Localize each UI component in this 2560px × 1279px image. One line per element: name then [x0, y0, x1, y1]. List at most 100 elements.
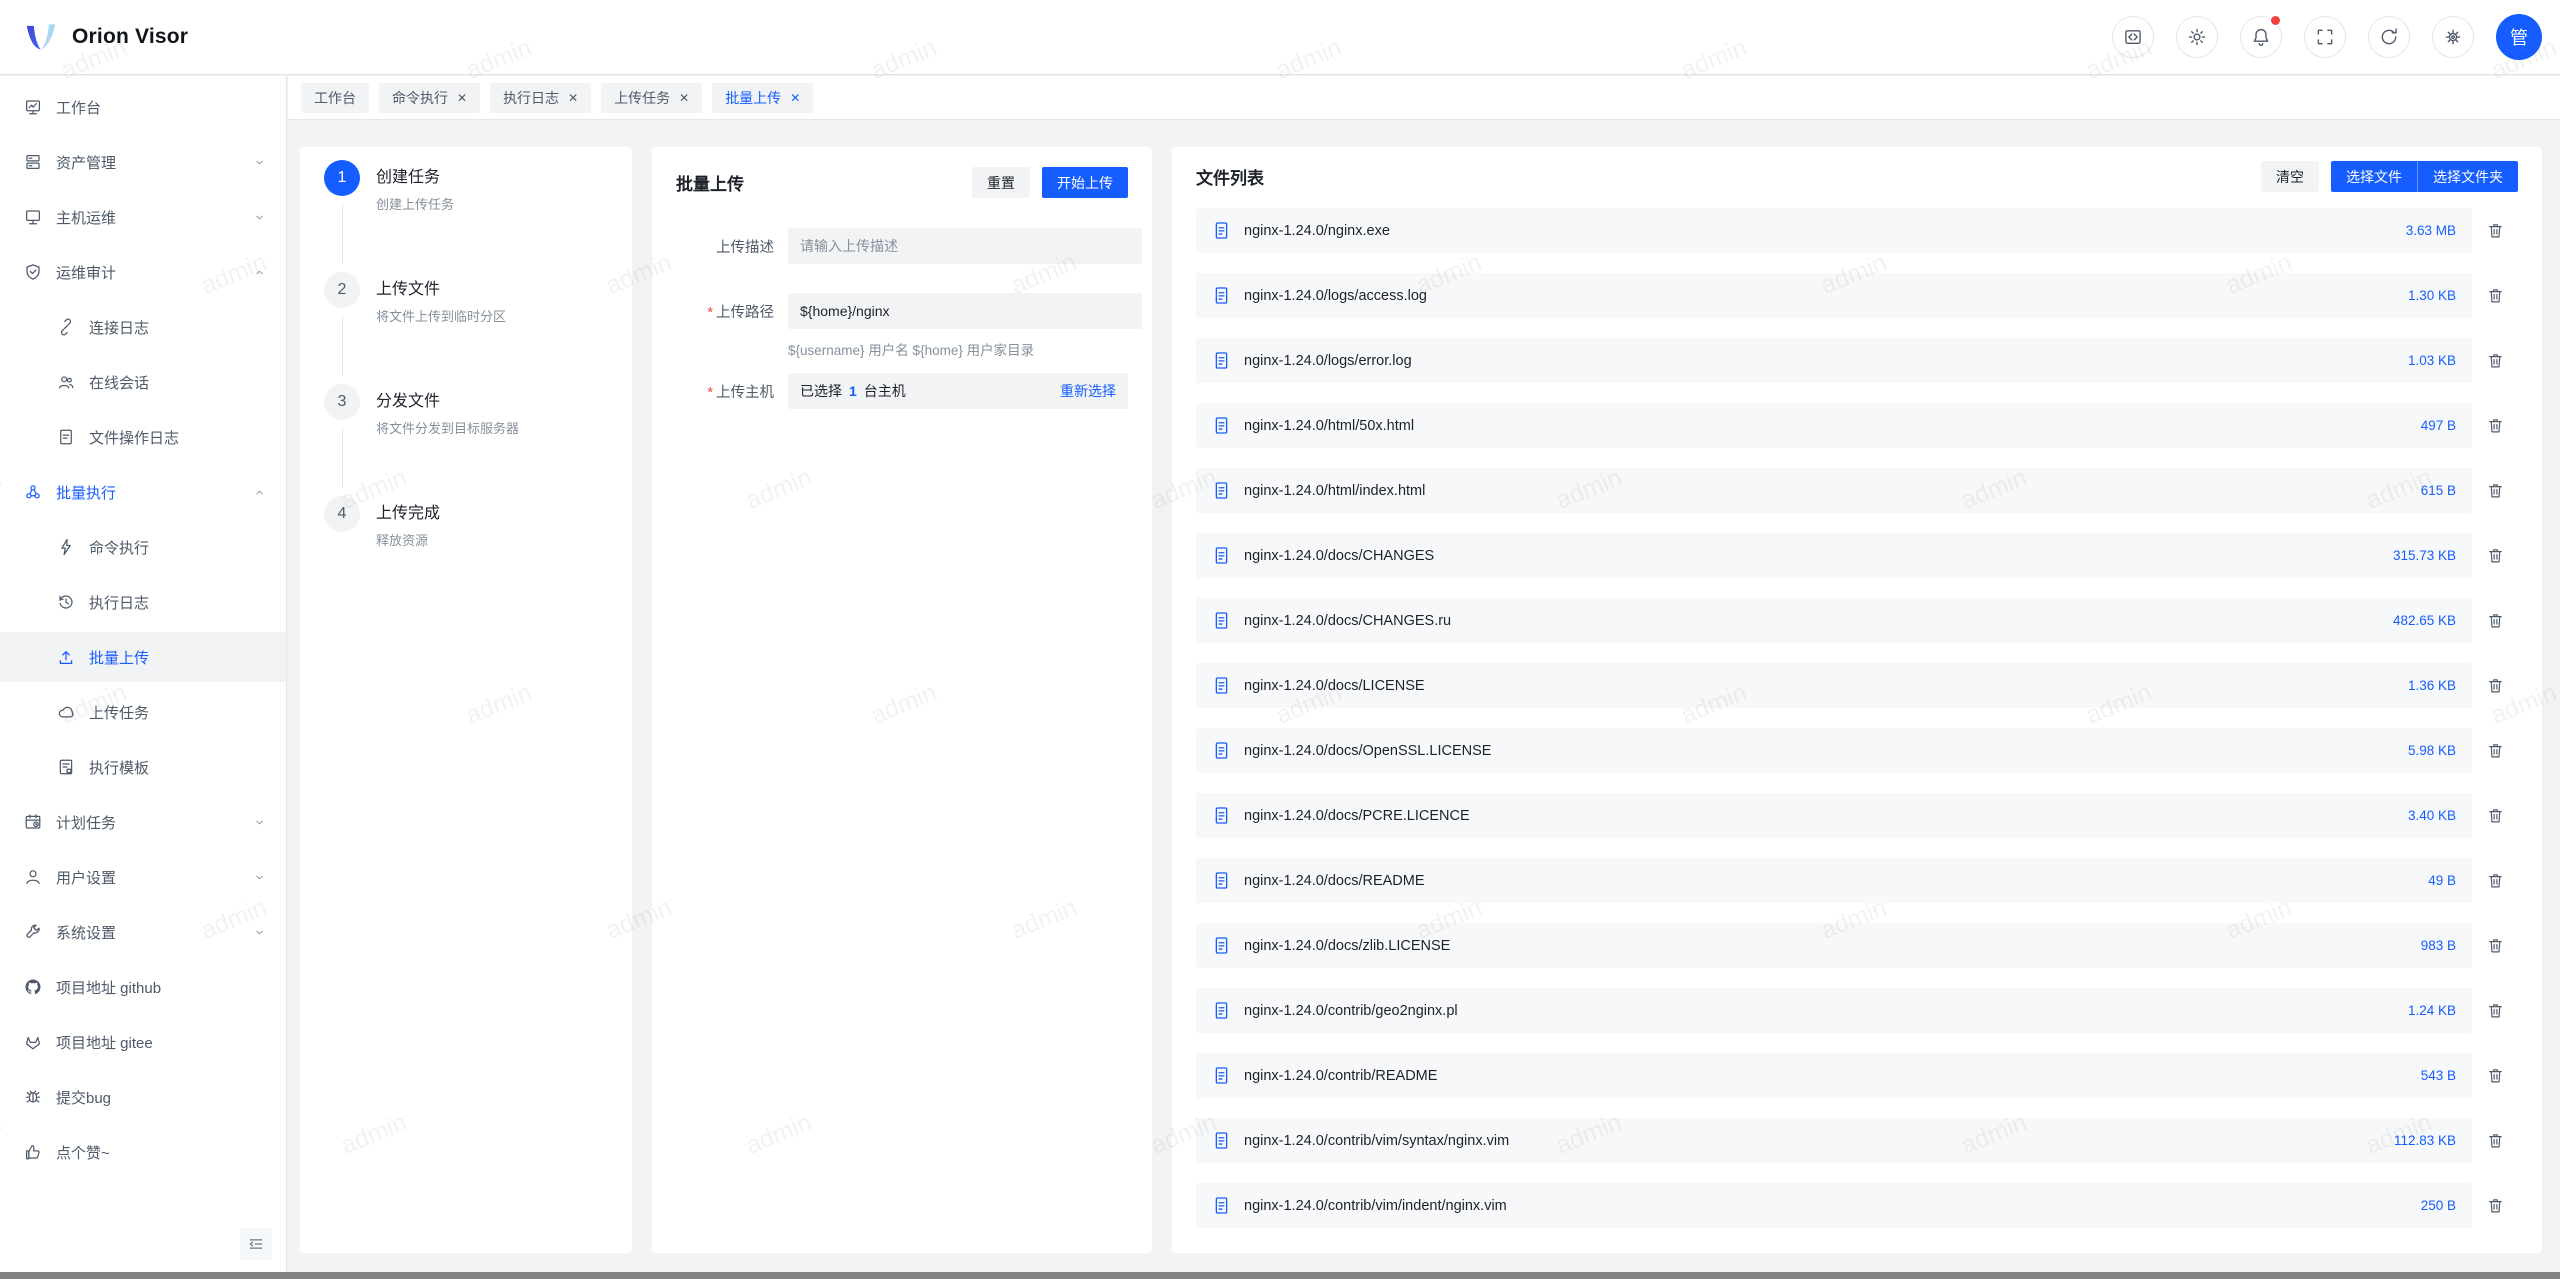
file-row: nginx-1.24.0/docs/PCRE.LICENCE3.40 KB: [1196, 793, 2472, 838]
tab-close-icon[interactable]: ✕: [568, 91, 578, 105]
delete-file-button[interactable]: [2472, 807, 2518, 824]
file-list-item: nginx-1.24.0/docs/zlib.LICENSE983 B: [1196, 923, 2518, 968]
select-file-button[interactable]: 选择文件: [2331, 161, 2417, 192]
tab-命令执行[interactable]: 命令执行✕: [379, 83, 480, 113]
clear-files-button[interactable]: 清空: [2261, 161, 2319, 192]
sidebar-item-label: 连接日志: [89, 317, 149, 338]
bell-button[interactable]: [2240, 16, 2282, 58]
sidebar-item-link[interactable]: 连接日志: [0, 302, 286, 352]
sidebar-item-gitee[interactable]: 项目地址 gitee: [0, 1017, 286, 1067]
step-indicator: 1: [324, 160, 360, 272]
trash-icon: [2487, 1067, 2504, 1084]
sidebar-item-label: 执行日志: [89, 592, 149, 613]
file-row: nginx-1.24.0/docs/README49 B: [1196, 858, 2472, 903]
step-connector: [342, 204, 343, 264]
file-name: nginx-1.24.0/contrib/vim/indent/nginx.vi…: [1244, 1198, 1507, 1214]
file-list-item: nginx-1.24.0/docs/README49 B: [1196, 858, 2518, 903]
sidebar-item-assets[interactable]: 资产管理: [0, 137, 286, 187]
tab-工作台[interactable]: 工作台: [301, 83, 369, 113]
app-logo[interactable]: Orion Visor: [0, 18, 188, 56]
sidebar-item-online-users[interactable]: 在线会话: [0, 357, 286, 407]
delete-file-button[interactable]: [2472, 1132, 2518, 1149]
theme-sun-button[interactable]: [2176, 16, 2218, 58]
online-users-icon: [57, 373, 75, 391]
sidebar-item-label: 主机运维: [56, 207, 116, 228]
delete-file-button[interactable]: [2472, 482, 2518, 499]
sidebar-item-label: 执行模板: [89, 757, 149, 778]
file-name: nginx-1.24.0/docs/OpenSSL.LICENSE: [1244, 743, 1491, 759]
tab-close-icon[interactable]: ✕: [457, 91, 467, 105]
sidebar-item-user[interactable]: 用户设置: [0, 852, 286, 902]
sidebar-item-label: 在线会话: [89, 372, 149, 393]
delete-file-button[interactable]: [2472, 677, 2518, 694]
file-icon: [1212, 1196, 1231, 1215]
sidebar-item-github[interactable]: 项目地址 github: [0, 962, 286, 1012]
chevron-down-icon: [253, 211, 266, 224]
sidebar-item-cloud[interactable]: 上传任务: [0, 687, 286, 737]
step-number: 2: [324, 272, 360, 308]
trash-icon: [2487, 612, 2504, 629]
delete-file-button[interactable]: [2472, 937, 2518, 954]
sidebar-item-host-ops[interactable]: 主机运维: [0, 192, 286, 242]
delete-file-button[interactable]: [2472, 1002, 2518, 1019]
delete-file-button[interactable]: [2472, 287, 2518, 304]
sidebar-item-template[interactable]: 执行模板: [0, 742, 286, 792]
delete-file-button[interactable]: [2472, 1197, 2518, 1214]
delete-file-button[interactable]: [2472, 222, 2518, 239]
file-size: 250 B: [2421, 1198, 2456, 1213]
sidebar-item-file-log[interactable]: 文件操作日志: [0, 412, 286, 462]
delete-file-button[interactable]: [2472, 352, 2518, 369]
file-list-item: nginx-1.24.0/contrib/vim/indent/nginx.vi…: [1196, 1183, 2518, 1228]
file-list: nginx-1.24.0/nginx.exe3.63 MB nginx-1.24.…: [1196, 208, 2518, 1248]
file-size: 112.83 KB: [2394, 1133, 2456, 1148]
tab-上传任务[interactable]: 上传任务✕: [601, 83, 702, 113]
trash-icon: [2487, 417, 2504, 434]
sidebar-item-upload[interactable]: 批量上传: [0, 632, 286, 682]
tab-批量上传[interactable]: 批量上传✕: [712, 83, 813, 113]
github-icon: [24, 978, 42, 996]
upload-desc-input[interactable]: [788, 228, 1142, 264]
tab-close-icon[interactable]: ✕: [679, 91, 689, 105]
sidebar-item-workbench[interactable]: 工作台: [0, 82, 286, 132]
tab-执行日志[interactable]: 执行日志 ✕: [490, 83, 591, 113]
file-list-item: nginx-1.24.0/nginx.exe3.63 MB: [1196, 208, 2518, 253]
tab-close-icon[interactable]: ✕: [790, 91, 800, 105]
sidebar-item-history[interactable]: 执行日志: [0, 577, 286, 627]
sidebar-item-thumbs-up[interactable]: 点个赞~: [0, 1127, 286, 1177]
upload-path-input[interactable]: [788, 293, 1142, 329]
sidebar-item-label: 项目地址 gitee: [56, 1032, 153, 1053]
delete-file-button[interactable]: [2472, 742, 2518, 759]
user-avatar[interactable]: 管: [2496, 14, 2542, 60]
sidebar-item-label: 项目地址 github: [56, 977, 161, 998]
tab-bar: 工作台命令执行✕执行日志✕上传任务✕批量上传✕: [288, 76, 2560, 120]
file-row: nginx-1.24.0/docs/zlib.LICENSE983 B: [1196, 923, 2472, 968]
sidebar-item-label: 批量上传: [89, 647, 149, 668]
sidebar-item-batch-cluster[interactable]: 批量执行: [0, 467, 286, 517]
sidebar-item-flash[interactable]: 命令执行: [0, 522, 286, 572]
reselect-host-link[interactable]: 重新选择: [1060, 381, 1116, 401]
step-connector: [342, 428, 343, 488]
sidebar-item-label: 用户设置: [56, 867, 116, 888]
delete-file-button[interactable]: [2472, 872, 2518, 889]
audit-shield-icon: [24, 263, 42, 281]
refresh-button[interactable]: [2368, 16, 2410, 58]
reset-button[interactable]: 重置: [972, 167, 1030, 198]
start-upload-button[interactable]: 开始上传: [1042, 167, 1128, 198]
file-list-item: nginx-1.24.0/logs/access.log1.30 KB: [1196, 273, 2518, 318]
fullscreen-button[interactable]: [2304, 16, 2346, 58]
sidebar-collapse-button[interactable]: [240, 1228, 272, 1260]
sidebar-item-audit-shield[interactable]: 运维审计: [0, 247, 286, 297]
delete-file-button[interactable]: [2472, 1067, 2518, 1084]
step-indicator: 3: [324, 384, 360, 496]
sidebar-item-wrench[interactable]: 系统设置: [0, 907, 286, 957]
delete-file-button[interactable]: [2472, 547, 2518, 564]
sidebar-item-schedule[interactable]: 计划任务: [0, 797, 286, 847]
sidebar-item-bug[interactable]: 提交bug: [0, 1072, 286, 1122]
code-square-button[interactable]: [2112, 16, 2154, 58]
select-folder-button[interactable]: 选择文件夹: [2417, 161, 2518, 192]
delete-file-button[interactable]: [2472, 612, 2518, 629]
settings-gear-button[interactable]: [2432, 16, 2474, 58]
tab-label: 执行日志: [503, 88, 559, 108]
delete-file-button[interactable]: [2472, 417, 2518, 434]
workbench-icon: [24, 98, 42, 116]
